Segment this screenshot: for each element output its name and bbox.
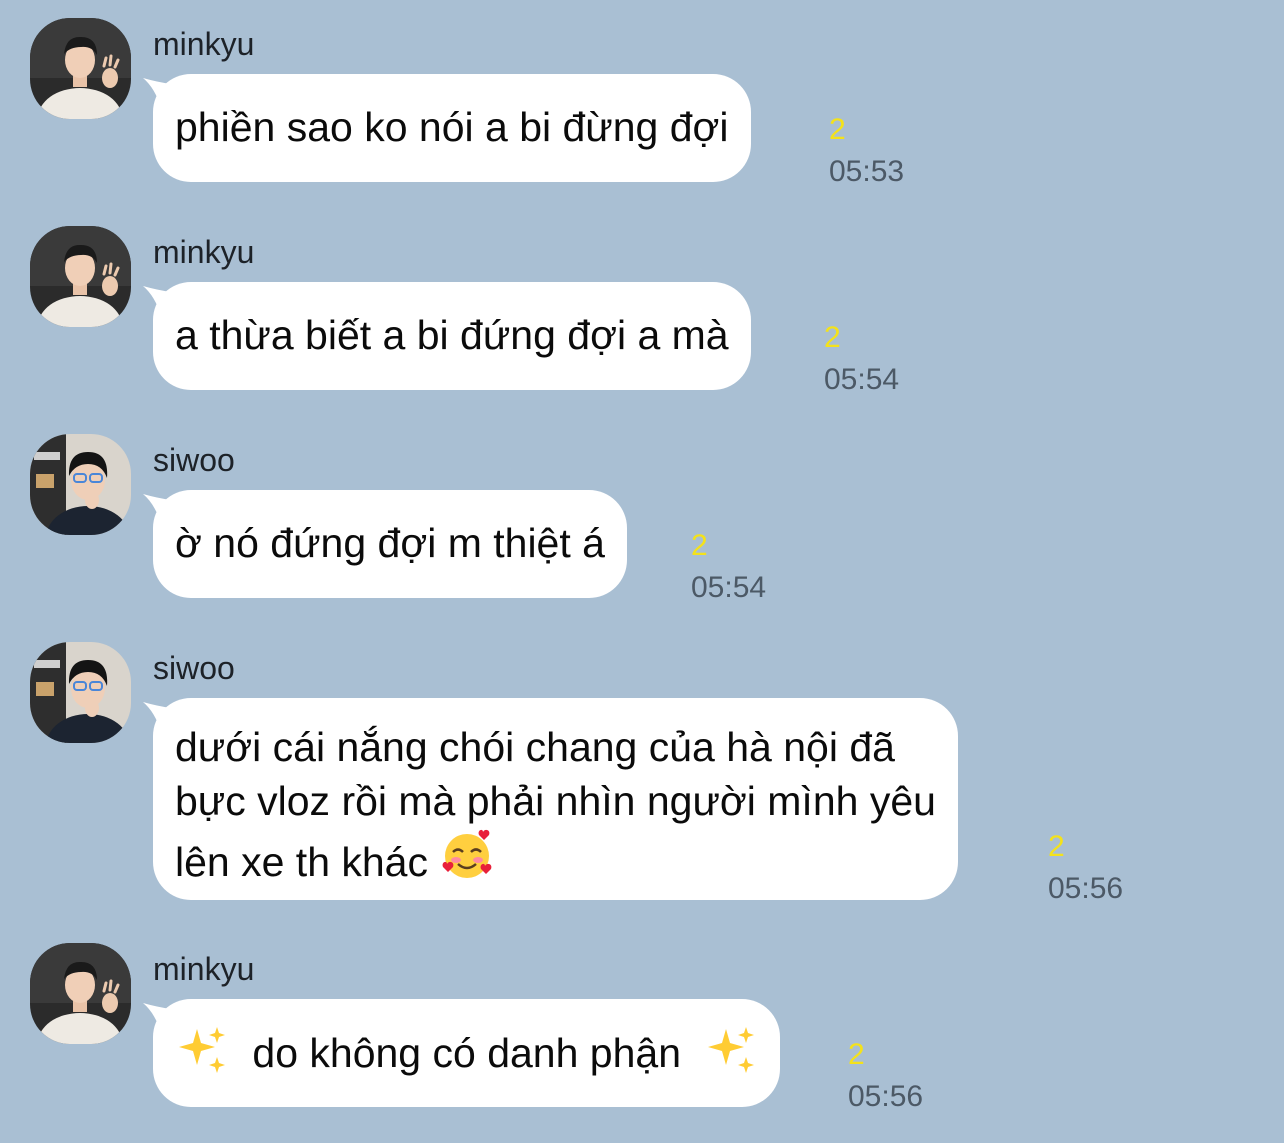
- person-avatar-icon: [30, 943, 131, 1044]
- sender-name: minkyu: [153, 234, 255, 270]
- message-bubble[interactable]: phiền sao ko nói a bi đừng đợi: [153, 74, 751, 182]
- person-avatar-icon: [30, 434, 131, 535]
- message-text-line: lên xe th khác: [175, 828, 936, 897]
- sparkles-icon: [175, 1025, 229, 1088]
- message-meta: 2 05:54: [824, 320, 899, 398]
- person-avatar-icon: [30, 642, 131, 743]
- person-avatar-icon: [30, 226, 131, 327]
- sender-name: minkyu: [153, 951, 255, 987]
- timestamp: 05:54: [824, 363, 900, 396]
- message-text-line: dưới cái nắng chói chang của hà nội đã: [175, 724, 895, 770]
- message-text: ờ nó đứng đợi m thiệt á: [175, 520, 605, 566]
- unread-count: 2: [824, 321, 841, 354]
- sender-name: minkyu: [153, 26, 255, 62]
- avatar-siwoo[interactable]: [30, 434, 131, 535]
- unread-count: 2: [1048, 830, 1065, 863]
- unread-count: 2: [691, 529, 708, 562]
- avatar-siwoo[interactable]: [30, 642, 131, 743]
- message-meta: 2 05:56: [1048, 829, 1123, 907]
- message-bubble[interactable]: dưới cái nắng chói chang của hà nội đã b…: [153, 698, 958, 900]
- sparkles-icon: [704, 1025, 758, 1088]
- message-text-line-text: lên xe th khác: [175, 839, 428, 885]
- message-bubble[interactable]: ờ nó đứng đợi m thiệt á: [153, 490, 627, 598]
- timestamp: 05:56: [1048, 872, 1124, 905]
- message-meta: 2 05:56: [848, 1037, 923, 1115]
- message-bubble[interactable]: a thừa biết a bi đứng đợi a mà: [153, 282, 751, 390]
- message-meta: 2 05:53: [829, 112, 904, 190]
- message-bubble[interactable]: do không có danh phận: [153, 999, 781, 1107]
- unread-count: 2: [829, 113, 846, 146]
- message-text: phiền sao ko nói a bi đừng đợi: [175, 104, 729, 150]
- message-meta: 2 05:54: [691, 528, 766, 606]
- avatar-minkyu[interactable]: [30, 18, 131, 119]
- timestamp: 05:53: [829, 155, 905, 188]
- avatar-minkyu[interactable]: [30, 943, 131, 1044]
- message-text: a thừa biết a bi đứng đợi a mà: [175, 312, 729, 358]
- message-text-line: bực vloz rồi mà phải nhìn người mình yêu: [175, 778, 936, 824]
- sender-name: siwoo: [153, 650, 235, 686]
- sender-name: siwoo: [153, 442, 235, 478]
- smiling-face-with-hearts-icon: [439, 828, 495, 897]
- person-avatar-icon: [30, 18, 131, 119]
- message-text: do không có danh phận: [252, 1030, 682, 1076]
- timestamp: 05:56: [848, 1080, 924, 1113]
- avatar-minkyu[interactable]: [30, 226, 131, 327]
- timestamp: 05:54: [691, 571, 767, 604]
- unread-count: 2: [848, 1038, 865, 1071]
